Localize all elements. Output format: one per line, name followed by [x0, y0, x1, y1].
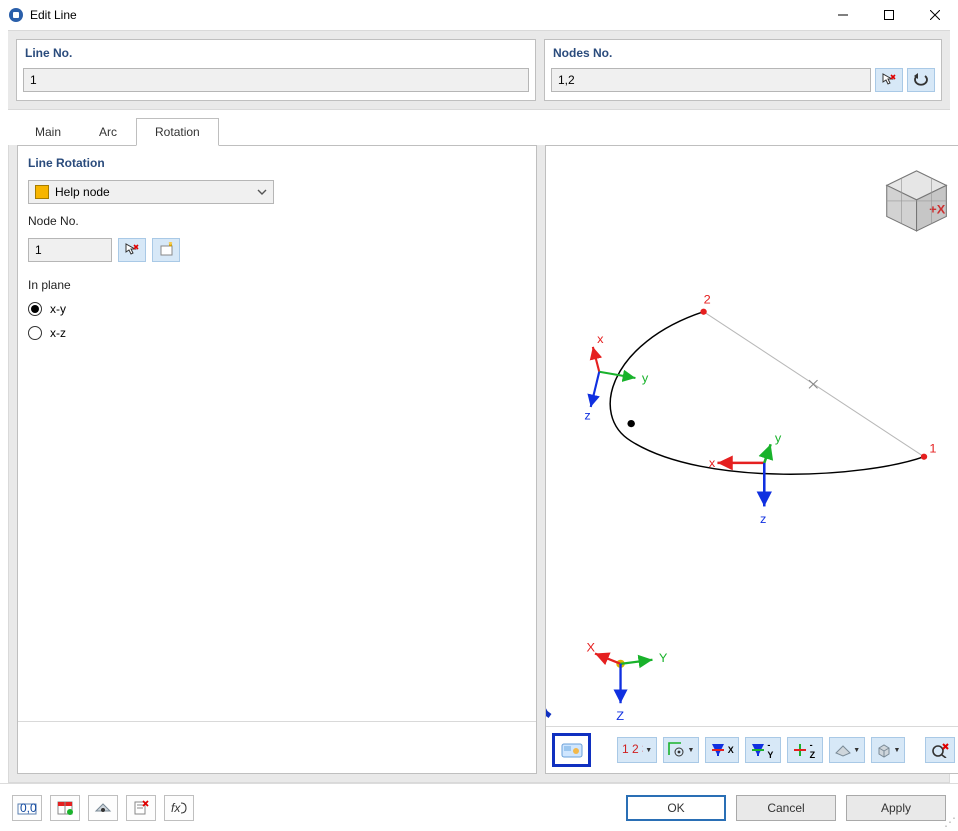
attributes-table-button[interactable]: [50, 795, 80, 821]
render-mode-button[interactable]: [552, 733, 591, 767]
plane-xy-label: x-y: [50, 302, 66, 316]
svg-text:z: z: [760, 512, 766, 526]
numbering-button[interactable]: 1 2 3▼: [617, 737, 657, 763]
tab-main[interactable]: Main: [16, 118, 80, 146]
axis-neg-z-button[interactable]: -Z: [787, 737, 823, 763]
clear-script-button[interactable]: [126, 795, 156, 821]
pick-node-button[interactable]: [118, 238, 146, 262]
svg-text:+X: +X: [929, 202, 946, 216]
tab-bar: Main Arc Rotation: [16, 118, 958, 146]
revert-nodes-button[interactable]: [907, 68, 935, 92]
plane-xy-radio[interactable]: [28, 302, 42, 316]
nodes-no-input[interactable]: [551, 68, 871, 92]
rotation-mode-select[interactable]: Help node: [28, 180, 274, 204]
rotation-panel: Line Rotation Help node Node No. In plan: [17, 145, 537, 774]
nodes-no-label: Nodes No.: [545, 40, 941, 64]
pick-nodes-button[interactable]: [875, 68, 903, 92]
units-button[interactable]: 0,00: [12, 795, 42, 821]
preview-toolbar: 1 2 3▼ ▼ X -Y -Z ▼ ▼: [546, 726, 958, 773]
selection-cube-button[interactable]: ▼: [871, 737, 905, 763]
help-node-swatch-icon: [35, 185, 49, 199]
svg-text:0,00: 0,00: [20, 801, 37, 815]
apply-button[interactable]: Apply: [846, 795, 946, 821]
header-panes: Line No. Nodes No.: [8, 30, 950, 110]
titlebar: Edit Line: [0, 0, 958, 30]
axis-x-button[interactable]: X: [705, 737, 738, 763]
axis-label-y: y: [642, 371, 649, 385]
line-no-pane: Line No.: [16, 39, 536, 101]
clear-selection-button[interactable]: [925, 737, 955, 763]
svg-text:y: y: [775, 431, 782, 445]
nav-cube-icon[interactable]: +X: [887, 171, 947, 231]
tab-arc[interactable]: Arc: [80, 118, 136, 146]
window-title: Edit Line: [30, 8, 820, 22]
svg-text:fx: fx: [171, 801, 181, 815]
corner-axis-y: Y: [659, 651, 668, 665]
in-plane-label: In plane: [28, 278, 526, 292]
view-extents-button[interactable]: ▼: [663, 737, 699, 763]
resize-grip-icon[interactable]: ⋰: [944, 815, 956, 829]
app-icon: [8, 7, 24, 23]
rotation-mode-value: Help node: [55, 185, 110, 199]
axis-neg-y-button[interactable]: -Y: [745, 737, 781, 763]
callout-arrow-icon: [546, 678, 558, 722]
cancel-button[interactable]: Cancel: [736, 795, 836, 821]
node-no-input[interactable]: [28, 238, 112, 262]
chevron-down-icon: [257, 187, 267, 197]
axis-label-z: z: [584, 409, 590, 423]
fx-script-button[interactable]: fx: [164, 795, 194, 821]
tab-rotation[interactable]: Rotation: [136, 118, 219, 146]
left-panel-footer: [18, 721, 536, 773]
view-style-button[interactable]: ▼: [829, 737, 865, 763]
svg-text:2: 2: [704, 293, 711, 307]
minimize-button[interactable]: [820, 0, 866, 30]
new-node-button[interactable]: [152, 238, 180, 262]
maximize-button[interactable]: [866, 0, 912, 30]
preview-panel: +X 2 1 x: [545, 145, 958, 774]
preview-viewport[interactable]: +X 2 1 x: [546, 146, 958, 726]
line-no-label: Line No.: [17, 40, 535, 64]
show-in-view-button[interactable]: [88, 795, 118, 821]
corner-axis-z: Z: [616, 709, 624, 723]
plane-xz-label: x-z: [50, 326, 66, 340]
svg-text:x: x: [709, 456, 716, 470]
dialog-button-row: 0,00 fx OK Cancel Apply ⋰: [0, 783, 958, 831]
content-row: Line Rotation Help node Node No. In plan: [8, 145, 950, 783]
svg-text:1 2 3: 1 2 3: [622, 743, 643, 756]
section-title-line-rotation: Line Rotation: [18, 146, 536, 176]
ok-button[interactable]: OK: [626, 795, 726, 821]
nodes-no-pane: Nodes No.: [544, 39, 942, 101]
close-button[interactable]: [912, 0, 958, 30]
plane-xz-radio[interactable]: [28, 326, 42, 340]
node-no-label: Node No.: [28, 214, 526, 228]
svg-text:1: 1: [929, 442, 936, 456]
axis-label-x: x: [597, 332, 604, 346]
corner-axis-x: X: [586, 641, 595, 655]
line-no-input[interactable]: [23, 68, 529, 92]
